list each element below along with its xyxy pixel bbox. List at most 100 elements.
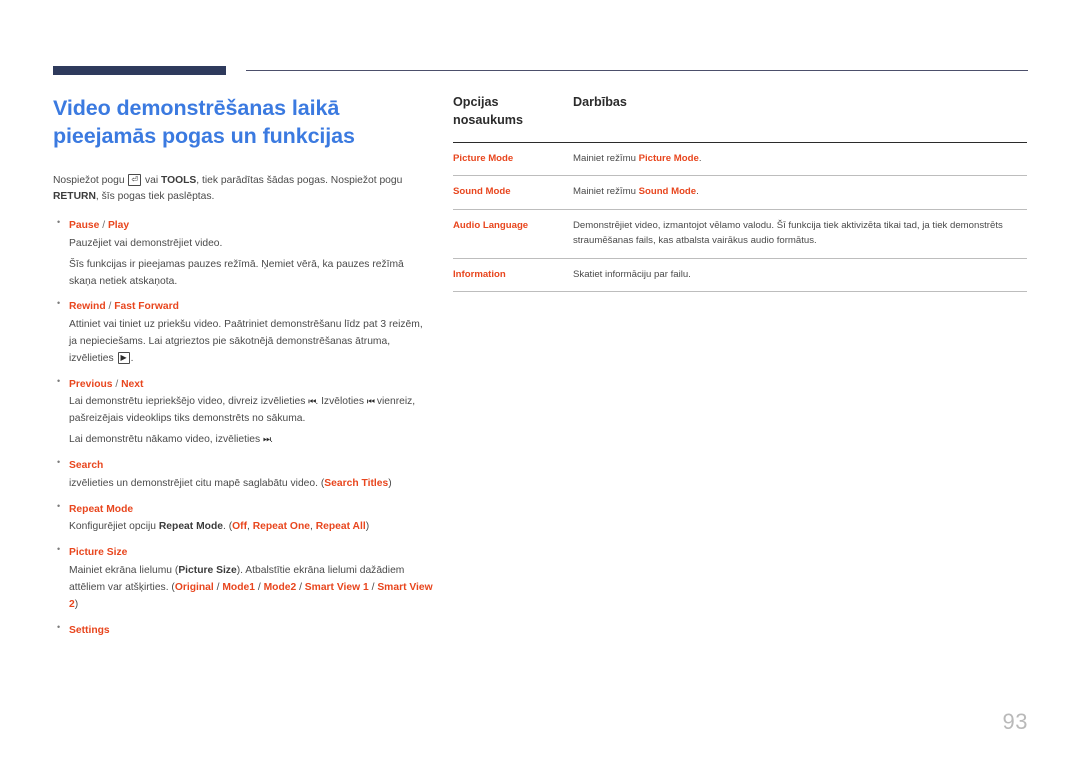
bullet-body-text: Mainiet ekrāna lielumu (Picture Size). A… [69,563,433,614]
table-row: Picture Mode Mainiet režīmu Picture Mode… [453,142,1027,177]
bullet-highlight-term: Smart View 1 [304,581,369,593]
list-item: Search izvēlieties un demonstrējiet citu… [53,457,433,492]
description-segment: Mainiet režīmu [573,186,639,198]
right-content-column: Opcijas nosaukums Darbības Picture Mode … [453,94,1027,293]
bullet-heading-separator: / [112,378,122,390]
bullet-bold-term: Picture Size [178,564,237,576]
bullet-body-segment: ) [388,477,392,489]
bullet-body-segment: ) [365,521,370,533]
enter-key-icon: ⏎ [128,173,142,186]
description-segment: . [698,152,702,164]
list-item: Repeat Mode Konfigurējiet opciju Repeat … [53,501,433,536]
list-item: Picture Size Mainiet ekrāna lielumu (Pic… [53,544,433,614]
bullet-body-segment: . [130,352,134,364]
bullet-body-segment: ) [74,598,79,610]
bullet-body-text: Lai demonstrētu iepriekšējo video, divre… [69,394,433,428]
header-rule-line [246,70,1028,71]
bullet-heading-secondary: Fast Forward [114,301,179,313]
bullet-heading-secondary: Next [121,378,144,390]
bullet-heading-separator: / [99,220,108,232]
bullet-heading: Pause / Play [69,218,433,233]
bullet-heading-primary: Previous [69,378,113,390]
left-content-column: Video demonstrēšanas laikā pieejamās pog… [53,94,433,647]
bullet-highlight-term: Repeat One [252,521,310,533]
play-button-icon: ▶ [117,351,130,364]
column-header-line-1: Opcijas [453,95,499,109]
bullet-heading-separator: / [105,301,115,313]
bullet-body-text: Attiniet vai tiniet uz priekšu video. Pa… [69,317,433,368]
bullet-body-text: Konfigurējiet opciju Repeat Mode. (Off, … [69,519,433,536]
column-header-line-2: nosaukums [453,112,523,127]
table-row: Sound Mode Mainiet režīmu Sound Mode. [453,175,1027,210]
table-header-row: Opcijas nosaukums Darbības [453,94,1027,143]
bullet-body-segment: Konfigurējiet opciju [69,521,159,533]
bullet-body-segment: / [296,581,305,593]
intro-paragraph: Nospiežot pogu ⏎ vai TOOLS, tiek parādīt… [53,173,433,206]
bullet-highlight-term: Mode1 [222,581,255,593]
bullet-heading-primary: Search [69,460,104,472]
description-segment: . [696,186,699,198]
bullet-heading: Rewind / Fast Forward [69,299,433,314]
option-name-cell: Audio Language [453,209,573,259]
option-description-cell: Mainiet režīmu Picture Mode. [573,142,1027,177]
option-description-cell: Demonstrējiet video, izmantojot vēlamo v… [573,209,1027,259]
table-row: Audio Language Demonstrējiet video, izma… [453,209,1027,259]
skip-backward-icon: ⏮ [366,396,375,407]
bullet-body-segment: izvēlieties un demonstrējiet citu mapē s… [69,477,325,489]
page-number: 93 [1002,709,1028,734]
page-title: Video demonstrēšanas laikā pieejamās pog… [53,94,433,151]
header-decoration [53,66,1028,76]
bullet-heading-primary: Rewind [69,301,106,313]
bullet-highlight-term: Repeat All [315,521,366,533]
options-table: Opcijas nosaukums Darbības Picture Mode … [453,94,1027,293]
bullet-body-segment: . Izvēloties [315,396,367,408]
return-button-label: RETURN [53,191,96,203]
header-accent-bar [53,66,226,75]
bullet-body-segment: . [270,434,274,446]
bullet-heading-primary: Pause [69,220,100,232]
bullet-body-segment: Lai demonstrētu nākamo video, izvēlietie… [69,434,264,446]
bullet-highlight-term: Off [232,521,247,533]
bullet-body-text: Lai demonstrētu nākamo video, izvēlietie… [69,432,433,449]
bullet-heading: Previous / Next [69,377,433,392]
intro-text-part-3: , tiek parādītas šādas pogas. Nospiežot … [196,174,403,186]
bullet-body-segment: / [254,581,264,593]
option-description-cell: Skatiet informāciju par failu. [573,258,1027,293]
option-name-cell: Sound Mode [453,175,573,210]
bullet-body-segment: . ( [222,521,233,533]
bullet-body-text: Šīs funkcijas ir pieejamas pauzes režīmā… [69,258,404,287]
intro-text-part-2: vai [142,174,162,186]
bullet-heading: Picture Size [69,545,433,560]
bullet-heading: Search [69,458,433,473]
intro-text-part-1: Nospiežot pogu [53,174,128,186]
bullet-heading-primary: Picture Size [69,547,128,559]
page-title-line-1: Video demonstrēšanas laikā [53,96,340,120]
bullet-heading-secondary: Play [107,220,130,232]
bullet-heading: Settings [69,623,433,638]
list-item: Settings [53,621,433,638]
column-header-option-name: Opcijas nosaukums [453,94,573,143]
bullet-highlight-term: Mode2 [263,581,297,593]
bullet-heading-primary: Repeat Mode [69,503,134,515]
bullet-body-text: Pauzējiet vai demonstrējiet video. [69,237,223,249]
description-bold-term: Picture Mode [638,152,699,164]
description-segment: Mainiet režīmu [573,152,639,164]
list-item: Rewind / Fast Forward Attiniet vai tinie… [53,298,433,368]
list-item: Previous / Next Lai demonstrētu iepriekš… [53,376,433,449]
page-title-line-2: pieejamās pogas un funkcijas [53,124,355,149]
bullet-body-segment: Mainiet ekrāna lielumu ( [69,564,179,576]
option-name-cell: Picture Mode [453,142,573,177]
bullet-bold-term: Repeat Mode [158,521,223,533]
tools-button-label: TOOLS [161,174,197,186]
option-description-cell: Mainiet režīmu Sound Mode. [573,175,1027,210]
description-bold-term: Sound Mode [638,186,697,198]
bullet-highlight-term: Search Titles [324,477,389,489]
table-row: Information Skatiet informāciju par fail… [453,258,1027,293]
list-item: Pause / Play Pauzējiet vai demonstrējiet… [53,217,433,290]
bullet-heading: Repeat Mode [69,502,433,517]
bullet-body-segment: Lai demonstrētu iepriekšējo video, divre… [69,396,309,408]
feature-bullet-list: Pause / Play Pauzējiet vai demonstrējiet… [53,217,433,638]
column-header-actions: Darbības [573,94,1027,143]
intro-text-part-4: , šīs pogas tiek paslēptas. [95,191,215,203]
bullet-highlight-term: Original [174,581,214,593]
